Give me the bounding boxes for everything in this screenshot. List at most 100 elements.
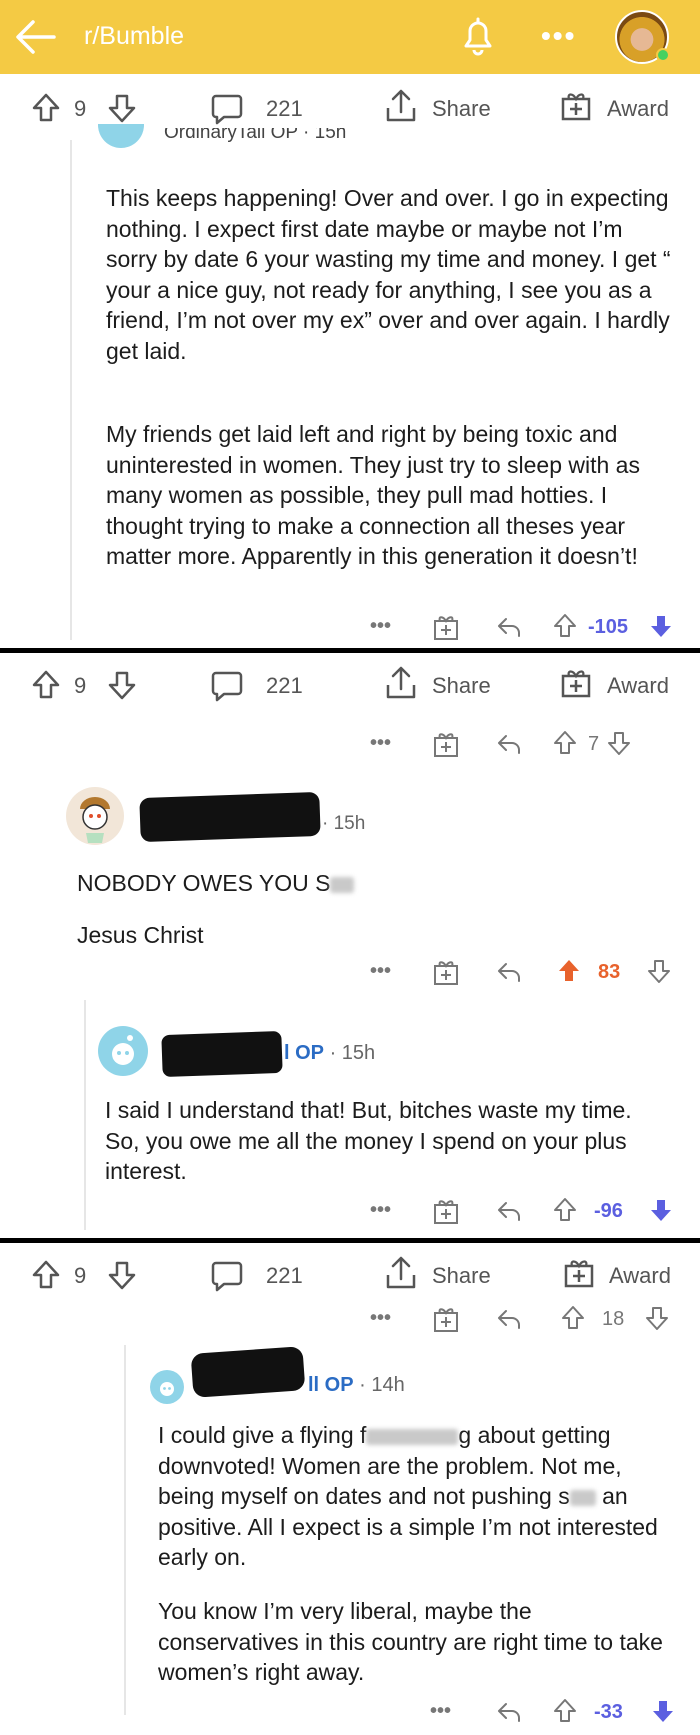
- post-action-bar: 9 221 Share Award: [0, 1243, 700, 1307]
- comment-body: I could give a flying f g about getting d…: [158, 1420, 678, 1573]
- reply-arrow-icon[interactable]: [496, 1307, 522, 1331]
- gift-icon[interactable]: [432, 958, 460, 986]
- gift-icon[interactable]: [432, 1197, 460, 1225]
- comment-actions: ••• 18: [360, 1305, 690, 1339]
- comment-bubble-icon[interactable]: [210, 1259, 244, 1293]
- gift-icon[interactable]: [560, 90, 592, 122]
- comment-actions: ••• -33: [420, 1698, 695, 1732]
- comment-actions: ••• -105: [360, 613, 690, 647]
- more-options-icon[interactable]: •••: [370, 615, 391, 638]
- reply-arrow-icon[interactable]: [496, 1700, 522, 1724]
- comment-score: -96: [594, 1200, 623, 1222]
- comment-body: Jesus Christ: [77, 922, 204, 948]
- post-score: 9: [74, 1263, 87, 1288]
- comment-text-line: downvoted! Women are the problem. Not me…: [158, 1452, 622, 1510]
- op-tag: l OP: [284, 1042, 325, 1064]
- thread-line: [124, 1345, 126, 1715]
- comment-count[interactable]: 221: [266, 1263, 303, 1289]
- more-options-icon[interactable]: •••: [541, 20, 576, 52]
- more-options-icon[interactable]: •••: [370, 1307, 391, 1330]
- upvote-arrow-icon[interactable]: [556, 958, 582, 984]
- comment-timestamp: · 15h: [322, 813, 366, 834]
- comment-body: My friends get laid left and right by be…: [106, 421, 640, 569]
- upvote-arrow-icon[interactable]: [30, 669, 62, 701]
- comment-text-line: s: [558, 1483, 570, 1509]
- post-score: 9: [74, 96, 87, 121]
- comment-body: NOBODY OWES YOU S: [77, 868, 577, 899]
- reply-arrow-icon[interactable]: [496, 732, 522, 756]
- downvote-arrow-icon[interactable]: [106, 92, 138, 124]
- comment-bubble-icon[interactable]: [210, 669, 244, 703]
- comment-author-meta: l OP · 15h: [284, 1042, 375, 1065]
- downvote-arrow-icon[interactable]: [606, 730, 632, 756]
- share-button[interactable]: Share: [432, 96, 491, 122]
- upvote-arrow-icon[interactable]: [30, 92, 62, 124]
- share-button[interactable]: Share: [432, 1263, 491, 1289]
- online-status-dot: [656, 48, 670, 62]
- comment-body: This keeps happening! Over and over. I g…: [106, 185, 671, 364]
- award-button[interactable]: Award: [607, 673, 669, 699]
- reply-arrow-icon[interactable]: [496, 960, 522, 984]
- more-options-icon[interactable]: •••: [430, 1700, 451, 1723]
- gift-icon[interactable]: [560, 667, 592, 699]
- upvote-arrow-icon[interactable]: [552, 1197, 578, 1223]
- upvote-arrow-icon[interactable]: [560, 1305, 586, 1331]
- upvote-arrow-icon[interactable]: [552, 730, 578, 756]
- comment-text-line: NOBODY OWES YOU S: [77, 870, 331, 896]
- bell-icon[interactable]: [458, 16, 498, 58]
- snoo-avatar-icon: [112, 1035, 134, 1065]
- comment-actions: ••• 83: [360, 958, 690, 992]
- share-icon[interactable]: [384, 1255, 418, 1291]
- thread-line: [84, 1000, 86, 1230]
- upvote-arrow-icon[interactable]: [552, 613, 578, 639]
- reply-arrow-icon[interactable]: [496, 615, 522, 639]
- censored-text: [366, 1428, 459, 1445]
- gift-icon[interactable]: [563, 1257, 595, 1289]
- comment-score: 7: [588, 733, 600, 755]
- share-icon[interactable]: [384, 665, 418, 701]
- downvote-arrow-icon[interactable]: [644, 1305, 670, 1331]
- downvote-arrow-icon[interactable]: [648, 613, 674, 639]
- comment-count[interactable]: 221: [266, 673, 303, 699]
- avatar: [98, 124, 144, 148]
- award-button[interactable]: Award: [609, 1263, 671, 1289]
- share-icon[interactable]: [384, 88, 418, 124]
- comment-score: 18: [602, 1308, 625, 1330]
- upvote-arrow-icon[interactable]: [30, 1259, 62, 1291]
- comment-timestamp: · 14h: [359, 1374, 405, 1396]
- more-options-icon[interactable]: •••: [370, 732, 391, 755]
- comment-text-line: g about getting: [458, 1422, 611, 1448]
- award-button[interactable]: Award: [607, 96, 669, 122]
- op-tag: ll OP: [308, 1374, 354, 1396]
- upvote-arrow-icon[interactable]: [552, 1698, 578, 1724]
- reply-arrow-icon[interactable]: [496, 1199, 522, 1223]
- comment-score: -33: [594, 1701, 623, 1723]
- gift-icon[interactable]: [432, 613, 460, 641]
- comment-actions: ••• 7: [360, 730, 690, 764]
- downvote-arrow-icon[interactable]: [648, 1197, 674, 1223]
- downvote-arrow-icon[interactable]: [650, 1698, 676, 1724]
- post-score: 9: [74, 673, 87, 698]
- snoo-avatar-icon: [160, 1382, 174, 1396]
- more-options-icon[interactable]: •••: [370, 1199, 391, 1222]
- comment-bubble-icon[interactable]: [210, 92, 244, 126]
- more-options-icon[interactable]: •••: [370, 960, 391, 983]
- comment-author-meta: ll OP · 14h: [308, 1374, 405, 1397]
- back-arrow-icon[interactable]: [14, 18, 56, 56]
- redacted-username: [161, 1030, 283, 1078]
- gift-icon[interactable]: [432, 1305, 460, 1333]
- downvote-arrow-icon[interactable]: [106, 1259, 138, 1291]
- downvote-arrow-icon[interactable]: [106, 669, 138, 701]
- comment-actions: ••• -96: [360, 1197, 690, 1231]
- subreddit-title[interactable]: r/Bumble: [84, 22, 184, 51]
- downvote-arrow-icon[interactable]: [646, 958, 672, 984]
- comment-author-cut: OrdinaryTall OP · 15h: [164, 128, 347, 143]
- comment-score: -105: [588, 616, 629, 638]
- top-app-bar: r/Bumble •••: [0, 0, 700, 74]
- snoo-avatar-icon: [80, 797, 110, 843]
- share-button[interactable]: Share: [432, 673, 491, 699]
- redacted-username: [190, 1346, 306, 1398]
- comment-count[interactable]: 221: [266, 96, 303, 122]
- gift-icon[interactable]: [432, 730, 460, 758]
- redacted-username: [139, 791, 321, 843]
